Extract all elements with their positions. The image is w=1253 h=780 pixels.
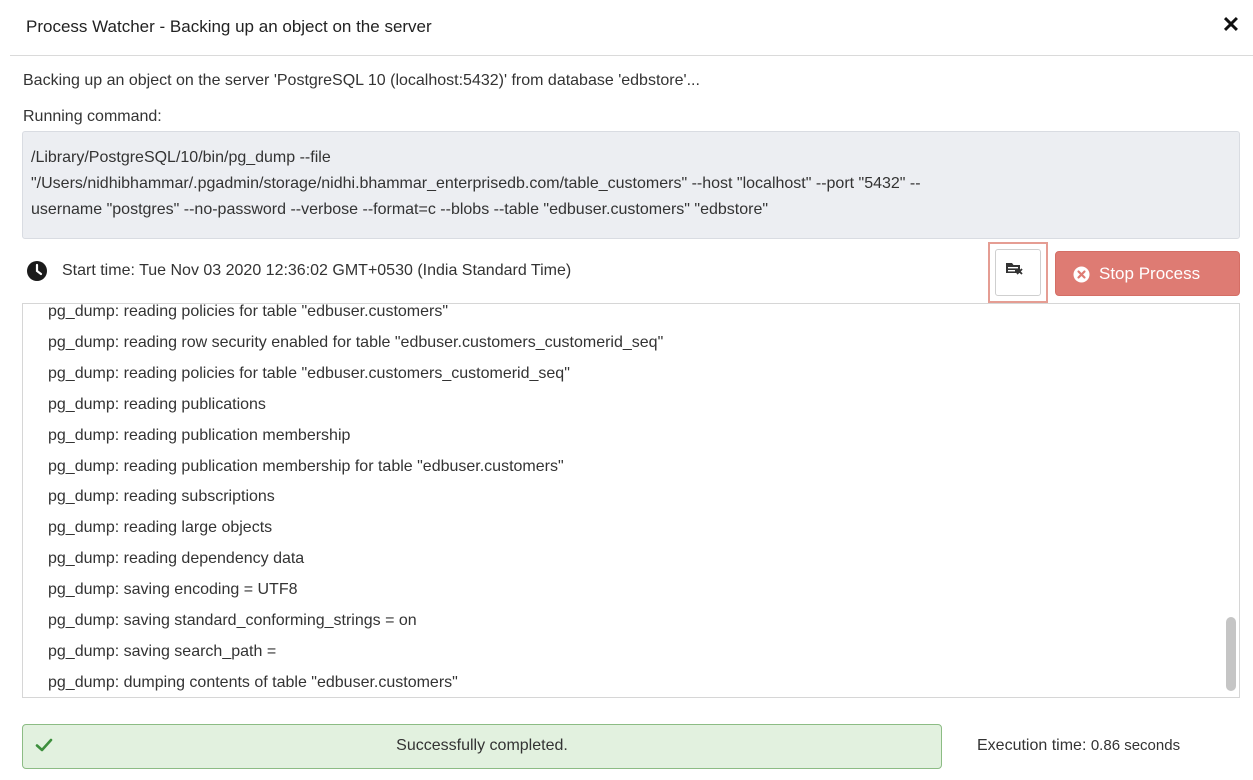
log-line: pg_dump: reading dependency data xyxy=(48,550,305,568)
times-circle-icon xyxy=(1073,266,1090,283)
log-line: pg_dump: saving search_path = xyxy=(48,642,277,660)
execution-time: Execution time: 0.86 seconds xyxy=(977,737,1180,755)
stop-process-button[interactable]: Stop Process xyxy=(1055,251,1240,296)
log-line: pg_dump: saving standard_conforming_stri… xyxy=(48,612,417,630)
log-line: pg_dump: dumping contents of table "edbu… xyxy=(48,673,458,691)
folder-log-icon xyxy=(1006,263,1023,275)
log-line: pg_dump: saving encoding = UTF8 xyxy=(48,581,298,599)
status-banner: Successfully completed. xyxy=(22,724,942,769)
command-box: /Library/PostgreSQL/10/bin/pg_dump --fil… xyxy=(22,131,1240,239)
running-command-label: Running command: xyxy=(23,108,162,125)
dialog-title: Process Watcher - Backing up an object o… xyxy=(26,17,432,36)
execution-time-label: Execution time: xyxy=(977,737,1087,754)
execution-time-value: 0.86 seconds xyxy=(1090,737,1181,754)
stop-process-label: Stop Process xyxy=(1099,264,1201,283)
log-line: pg_dump: reading row security enabled fo… xyxy=(48,333,664,351)
log-line: pg_dump: reading publications xyxy=(48,395,266,413)
command-line: username "postgres" --no-password --verb… xyxy=(31,201,769,218)
close-icon[interactable]: ✕ xyxy=(1219,13,1243,37)
log-lines: pg_dump: reading policies for table "edb… xyxy=(48,303,664,697)
command-line: /Library/PostgreSQL/10/bin/pg_dump --fil… xyxy=(31,149,331,166)
process-log-panel[interactable]: pg_dump: reading policies for table "edb… xyxy=(22,303,1240,698)
log-line: pg_dump: reading publication membership … xyxy=(48,457,564,475)
log-line: pg_dump: reading policies for table "edb… xyxy=(48,303,449,320)
process-description: Backing up an object on the server 'Post… xyxy=(23,72,700,89)
log-line: pg_dump: reading policies for table "edb… xyxy=(48,364,570,382)
clock-icon xyxy=(27,261,47,281)
dialog-titlebar[interactable]: Process Watcher - Backing up an object o… xyxy=(10,0,1253,56)
log-scrollbar-thumb[interactable] xyxy=(1226,617,1236,691)
log-line: pg_dump: reading large objects xyxy=(48,519,273,537)
log-line: pg_dump: reading subscriptions xyxy=(48,488,275,506)
log-line: pg_dump: reading publication membership xyxy=(48,426,351,444)
toggle-log-button[interactable] xyxy=(988,242,1048,303)
process-watcher-dialog: Process Watcher - Backing up an object o… xyxy=(10,0,1253,780)
status-text: Successfully completed. xyxy=(396,737,568,754)
start-time-text: Start time: Tue Nov 03 2020 12:36:02 GMT… xyxy=(62,262,572,279)
command-line: "/Users/nidhibhammar/.pgadmin/storage/ni… xyxy=(31,175,921,192)
